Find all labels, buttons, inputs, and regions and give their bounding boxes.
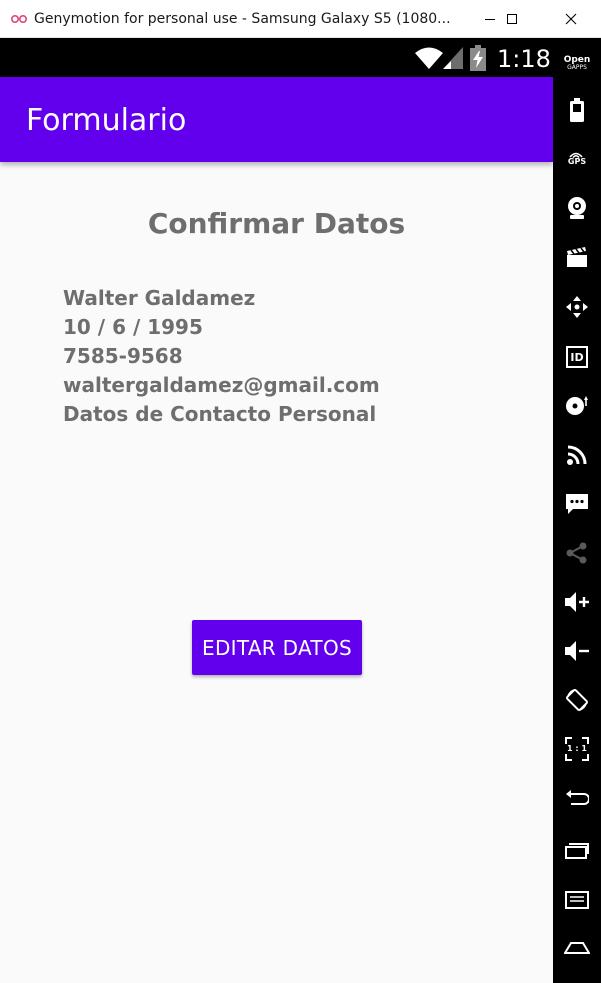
pixel-perfect-button[interactable]: 1 : 1 xyxy=(553,727,601,771)
gps-button[interactable]: GPS xyxy=(553,136,601,180)
maximize-button[interactable] xyxy=(489,0,535,38)
contact-details: Walter Galdamez 10 / 6 / 1995 7585-9568 … xyxy=(63,284,380,429)
screen-content: Confirmar Datos Walter Galdamez 10 / 6 /… xyxy=(0,162,553,983)
edit-data-button[interactable]: EDITAR DATOS xyxy=(192,620,362,675)
cast-icon xyxy=(567,445,587,465)
maximize-icon xyxy=(507,14,517,24)
rotate-icon xyxy=(566,689,588,711)
back-icon xyxy=(566,790,589,805)
id-icon: ID xyxy=(566,346,588,368)
webcam-button[interactable] xyxy=(553,186,601,230)
emulator-toolbar: Open GAPPS GPS ID 1: 1 xyxy=(553,38,601,983)
window-title: Genymotion for personal use - Samsung Ga… xyxy=(34,11,451,27)
close-button[interactable] xyxy=(548,0,594,38)
detail-birth-date: 10 / 6 / 1995 xyxy=(63,315,203,339)
signal-icon xyxy=(443,47,463,69)
battery-button[interactable] xyxy=(553,88,601,132)
sms-button[interactable] xyxy=(553,482,601,526)
gapps-label: GAPPS xyxy=(567,64,587,71)
wifi-icon xyxy=(415,47,443,69)
volume-down-icon xyxy=(565,641,589,661)
webcam-icon xyxy=(568,197,586,219)
status-bar: 1:18 xyxy=(0,38,553,77)
open-gapps-icon: Open GAPPS xyxy=(564,56,591,72)
detail-name: Walter Galdamez xyxy=(63,286,256,310)
share-button[interactable] xyxy=(553,531,601,575)
detail-phone: 7585-9568 xyxy=(63,344,183,368)
volume-up-button[interactable] xyxy=(553,580,601,624)
dpad-icon xyxy=(566,296,588,318)
gps-icon: GPS xyxy=(568,150,586,166)
message-icon xyxy=(566,494,588,514)
home-icon xyxy=(564,942,590,954)
open-gapps-label: Open xyxy=(563,55,591,65)
battery-icon xyxy=(570,98,584,122)
rotate-button[interactable] xyxy=(553,678,601,722)
volume-up-icon xyxy=(565,592,589,612)
dpad-button[interactable] xyxy=(553,285,601,329)
menu-button[interactable] xyxy=(553,878,601,922)
disk-io-icon xyxy=(566,396,588,415)
close-icon xyxy=(565,13,577,25)
disk-io-button[interactable] xyxy=(553,384,601,428)
identifiers-button[interactable]: ID xyxy=(553,335,601,379)
clapperboard-icon xyxy=(567,247,587,267)
detail-email: waltergaldamez@gmail.com xyxy=(63,373,380,397)
app-title: Formulario xyxy=(26,103,187,138)
cast-button[interactable] xyxy=(553,433,601,477)
back-button[interactable] xyxy=(553,777,601,821)
menu-icon xyxy=(565,891,589,909)
volume-down-button[interactable] xyxy=(553,629,601,673)
detail-description: Datos de Contacto Personal xyxy=(63,402,377,426)
status-bar-time: 1:18 xyxy=(497,45,551,73)
home-button[interactable] xyxy=(553,926,601,970)
app-bar: Formulario xyxy=(0,77,553,162)
window-title-bar[interactable]: Genymotion for personal use - Samsung Ga… xyxy=(0,0,601,38)
share-icon xyxy=(566,542,587,564)
genymotion-logo-icon xyxy=(10,11,28,25)
gps-label: GPS xyxy=(567,157,587,166)
recent-apps-button[interactable] xyxy=(553,828,601,872)
pixel-ratio-label: 1 : 1 xyxy=(567,744,587,753)
page-title: Confirmar Datos xyxy=(147,207,406,240)
recent-apps-icon xyxy=(565,843,589,859)
capture-button[interactable] xyxy=(553,235,601,279)
open-gapps-button[interactable]: Open GAPPS xyxy=(553,42,601,86)
battery-charging-icon xyxy=(470,45,486,71)
pixel-perfect-icon: 1 : 1 xyxy=(565,737,589,761)
